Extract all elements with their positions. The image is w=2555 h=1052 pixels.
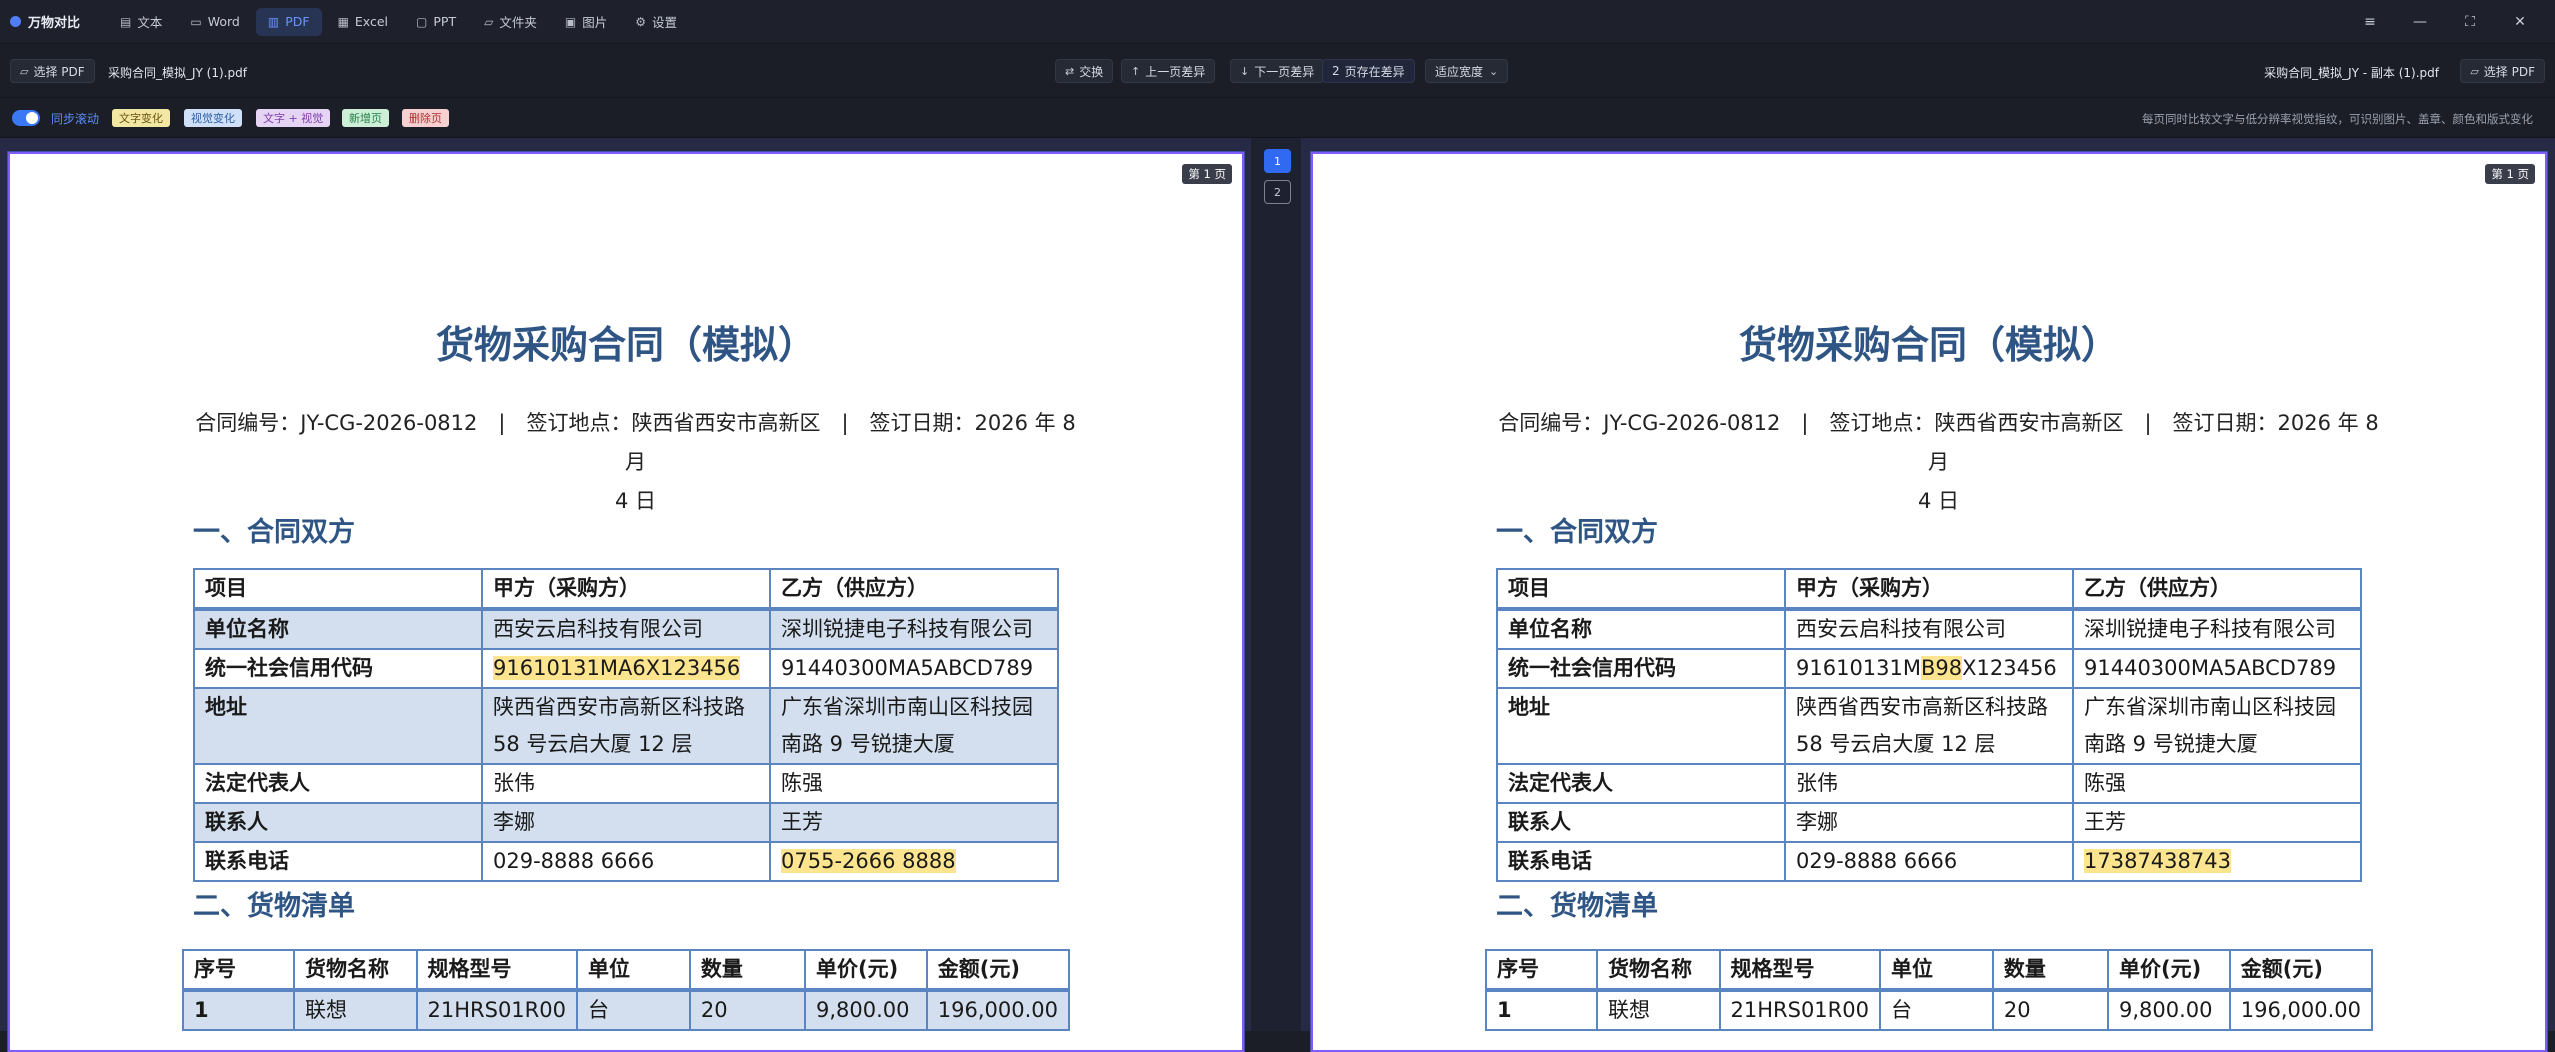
compare-toolbar: ▱ 选择 PDF 采购合同_模拟_JY (1).pdf ⇄ 交换 ↑ 上一页差异 ↓ 下… xyxy=(0,44,2555,98)
table-header-row: 序号 货物名称 规格型号 单位 数量 单价(元) 金额(元) xyxy=(181,949,1071,992)
legend-text-visual-change: 文字 + 视觉 xyxy=(256,109,331,127)
folder-icon: ▱ xyxy=(484,14,494,29)
swap-icon: ⇄ xyxy=(1065,64,1075,78)
table-row: 1 联想 21HRS01R00 台 20 9,800.00 196,000.00 xyxy=(1484,989,2374,1031)
folder-open-icon: ▱ xyxy=(20,64,29,78)
window-controls: ≡ — ⛶ ✕ xyxy=(2345,14,2545,30)
table-row: 法定代表人 张伟 陈强 xyxy=(193,763,1059,804)
sync-scroll-label: 同步滚动 xyxy=(51,112,100,126)
page-navigator: 1 2 xyxy=(1251,138,1301,1031)
tab-ppt[interactable]: ▢ PPT xyxy=(404,8,468,36)
table-row: 1 联想 21HRS01R00 台 20 9,800.00 196,000.00 xyxy=(181,989,1071,1031)
table-row: 统一社会信用代码 91610131MA6X123456 91440300MA5A… xyxy=(193,648,1059,689)
table-row: 联系电话 029-8888 6666 0755-2666 8888 xyxy=(193,841,1059,882)
arrow-down-icon: ↓ xyxy=(1240,64,1250,78)
compare-hint: 每页同时比较文字与低分辨率视觉指纹，可识别图片、盖章、颜色和版式变化 xyxy=(2142,112,2533,126)
table-row: 联系电话 029-8888 6666 17387438743 xyxy=(1496,841,2362,882)
table-row: 单位名称 西安云启科技有限公司 深圳锐捷电子科技有限公司 xyxy=(1496,608,2362,650)
goods-table: 序号 货物名称 规格型号 单位 数量 单价(元) 金额(元) 1 联想 21HR… xyxy=(181,949,1071,1031)
chevron-down-icon: ⌄ xyxy=(1489,64,1499,78)
diff-count-badge: 2 页存在差异 xyxy=(1322,59,1415,83)
folder-open-icon: ▱ xyxy=(2470,64,2479,78)
goods-table: 序号 货物名称 规格型号 单位 数量 单价(元) 金额(元) 1 联想 21HR… xyxy=(1484,949,2374,1031)
table-row: 联系人 李娜 王芳 xyxy=(193,802,1059,843)
left-document-pane[interactable]: 第 1 页 货物采购合同（模拟） 合同编号：JY-CG-2026-0812 | … xyxy=(0,138,1251,1052)
section-heading-goods: 二、货物清单 xyxy=(1496,891,1658,922)
diff-highlight[interactable]: B98 xyxy=(1921,656,1963,680)
section-heading-goods: 二、货物清单 xyxy=(193,891,355,922)
close-icon[interactable]: ✕ xyxy=(2495,14,2545,30)
prev-diff-button[interactable]: ↑ 上一页差异 xyxy=(1121,59,1216,83)
swap-button[interactable]: ⇄ 交换 xyxy=(1055,59,1114,83)
word-icon: ▭ xyxy=(190,14,202,29)
table-header-row: 项目 甲方（采购方） 乙方（供应方） xyxy=(193,568,1059,611)
app-logo-icon xyxy=(10,16,21,27)
gear-icon: ⚙ xyxy=(635,14,646,29)
doc-meta: 合同编号：JY-CG-2026-0812 | 签订地点：陕西省西安市高新区 | … xyxy=(195,411,1076,513)
tab-image[interactable]: ▣ 图片 xyxy=(553,8,619,36)
table-row: 单位名称 西安云启科技有限公司 深圳锐捷电子科技有限公司 xyxy=(193,608,1059,650)
parties-table: 项目 甲方（采购方） 乙方（供应方） 单位名称 西安云启科技有限公司 深圳锐捷电… xyxy=(1496,568,2362,882)
filter-bar: 同步滚动 文字变化 视觉变化 文字 + 视觉 新增页 删除页 每页同时比较文字与… xyxy=(0,98,2555,138)
tab-excel[interactable]: ▦ Excel xyxy=(326,8,400,36)
next-diff-button[interactable]: ↓ 下一页差异 xyxy=(1230,59,1325,83)
image-icon: ▣ xyxy=(564,14,577,29)
page-badge: 第 1 页 xyxy=(1182,164,1232,184)
legend-text-change: 文字变化 xyxy=(112,109,170,127)
tab-word[interactable]: ▭ Word xyxy=(178,8,251,36)
doc-title: 货物采购合同（模拟） xyxy=(1738,323,2119,367)
document-icon: ▤ xyxy=(120,14,132,29)
table-header-row: 项目 甲方（采购方） 乙方（供应方） xyxy=(1496,568,2362,611)
app-brand: 万物对比 xyxy=(10,12,80,31)
tab-settings[interactable]: ⚙ 设置 xyxy=(623,8,689,36)
filter-settings-icon[interactable]: ≡ xyxy=(2345,14,2395,30)
table-row: 联系人 李娜 王芳 xyxy=(1496,802,2362,843)
select-right-pdf-button[interactable]: ▱ 选择 PDF xyxy=(2460,59,2545,83)
table-row: 统一社会信用代码 91610131MB98X123456 91440300MA5… xyxy=(1496,648,2362,689)
doc-meta: 合同编号：JY-CG-2026-0812 | 签订地点：陕西省西安市高新区 | … xyxy=(1498,411,2379,513)
zoom-fit-select[interactable]: 适应宽度 ⌄ xyxy=(1425,59,1509,83)
page-nav-1[interactable]: 1 xyxy=(1264,149,1291,173)
page-nav-2[interactable]: 2 xyxy=(1264,180,1291,204)
legend-visual-change: 视觉变化 xyxy=(184,109,242,127)
doc-title: 货物采购合同（模拟） xyxy=(435,323,816,367)
left-file-name: 采购合同_模拟_JY (1).pdf xyxy=(108,66,247,80)
app-title: 万物对比 xyxy=(28,16,81,31)
page-badge: 第 1 页 xyxy=(2485,164,2535,184)
section-heading-parties: 一、合同双方 xyxy=(193,517,355,548)
pdf-icon: ▥ xyxy=(267,14,280,29)
diff-highlight[interactable]: 91610131MA6X123456 xyxy=(493,656,741,680)
arrow-up-icon: ↑ xyxy=(1131,64,1141,78)
title-bar: 万物对比 ▤ 文本 ▭ Word ▥ PDF ▦ Excel ▢ PPT ▱ 文件夹 ▣ 图片… xyxy=(0,0,2555,44)
diff-highlight[interactable]: 17387438743 xyxy=(2084,849,2231,873)
right-pdf-page: 第 1 页 货物采购合同（模拟） 合同编号：JY-CG-2026-0812 | … xyxy=(1311,152,2547,1052)
maximize-icon[interactable]: ⛶ xyxy=(2445,14,2495,30)
table-row: 地址 陕西省西安市高新区科技路 58 号云启大厦 12 层 广东省深圳市南山区科技… xyxy=(1496,687,2362,765)
legend-added-page: 新增页 xyxy=(342,109,389,127)
select-left-pdf-button[interactable]: ▱ 选择 PDF xyxy=(10,59,95,83)
parties-table: 项目 甲方（采购方） 乙方（供应方） 单位名称 西安云启科技有限公司 深圳锐捷电… xyxy=(193,568,1059,882)
tab-pdf[interactable]: ▥ PDF xyxy=(255,7,322,36)
sync-scroll-toggle[interactable] xyxy=(12,110,40,126)
table-icon: ▦ xyxy=(337,14,349,29)
right-file-name: 采购合同_模拟_JY - 副本 (1).pdf xyxy=(2264,66,2439,80)
right-document-pane[interactable]: 第 1 页 货物采购合同（模拟） 合同编号：JY-CG-2026-0812 | … xyxy=(1301,138,2555,1052)
diff-highlight[interactable]: 0755-2666 8888 xyxy=(781,849,956,873)
table-header-row: 序号 货物名称 规格型号 单位 数量 单价(元) 金额(元) xyxy=(1484,949,2374,992)
minimize-icon[interactable]: — xyxy=(2395,14,2445,30)
table-row: 法定代表人 张伟 陈强 xyxy=(1496,763,2362,804)
slides-icon: ▢ xyxy=(416,14,428,29)
legend-deleted-page: 删除页 xyxy=(402,109,449,127)
section-heading-parties: 一、合同双方 xyxy=(1496,517,1658,548)
tab-text[interactable]: ▤ 文本 xyxy=(108,8,174,36)
left-pdf-page: 第 1 页 货物采购合同（模拟） 合同编号：JY-CG-2026-0812 | … xyxy=(8,152,1244,1052)
tab-folder[interactable]: ▱ 文件夹 xyxy=(472,8,549,36)
table-row: 地址 陕西省西安市高新区科技路 58 号云启大厦 12 层 广东省深圳市南山区科技… xyxy=(193,687,1059,765)
